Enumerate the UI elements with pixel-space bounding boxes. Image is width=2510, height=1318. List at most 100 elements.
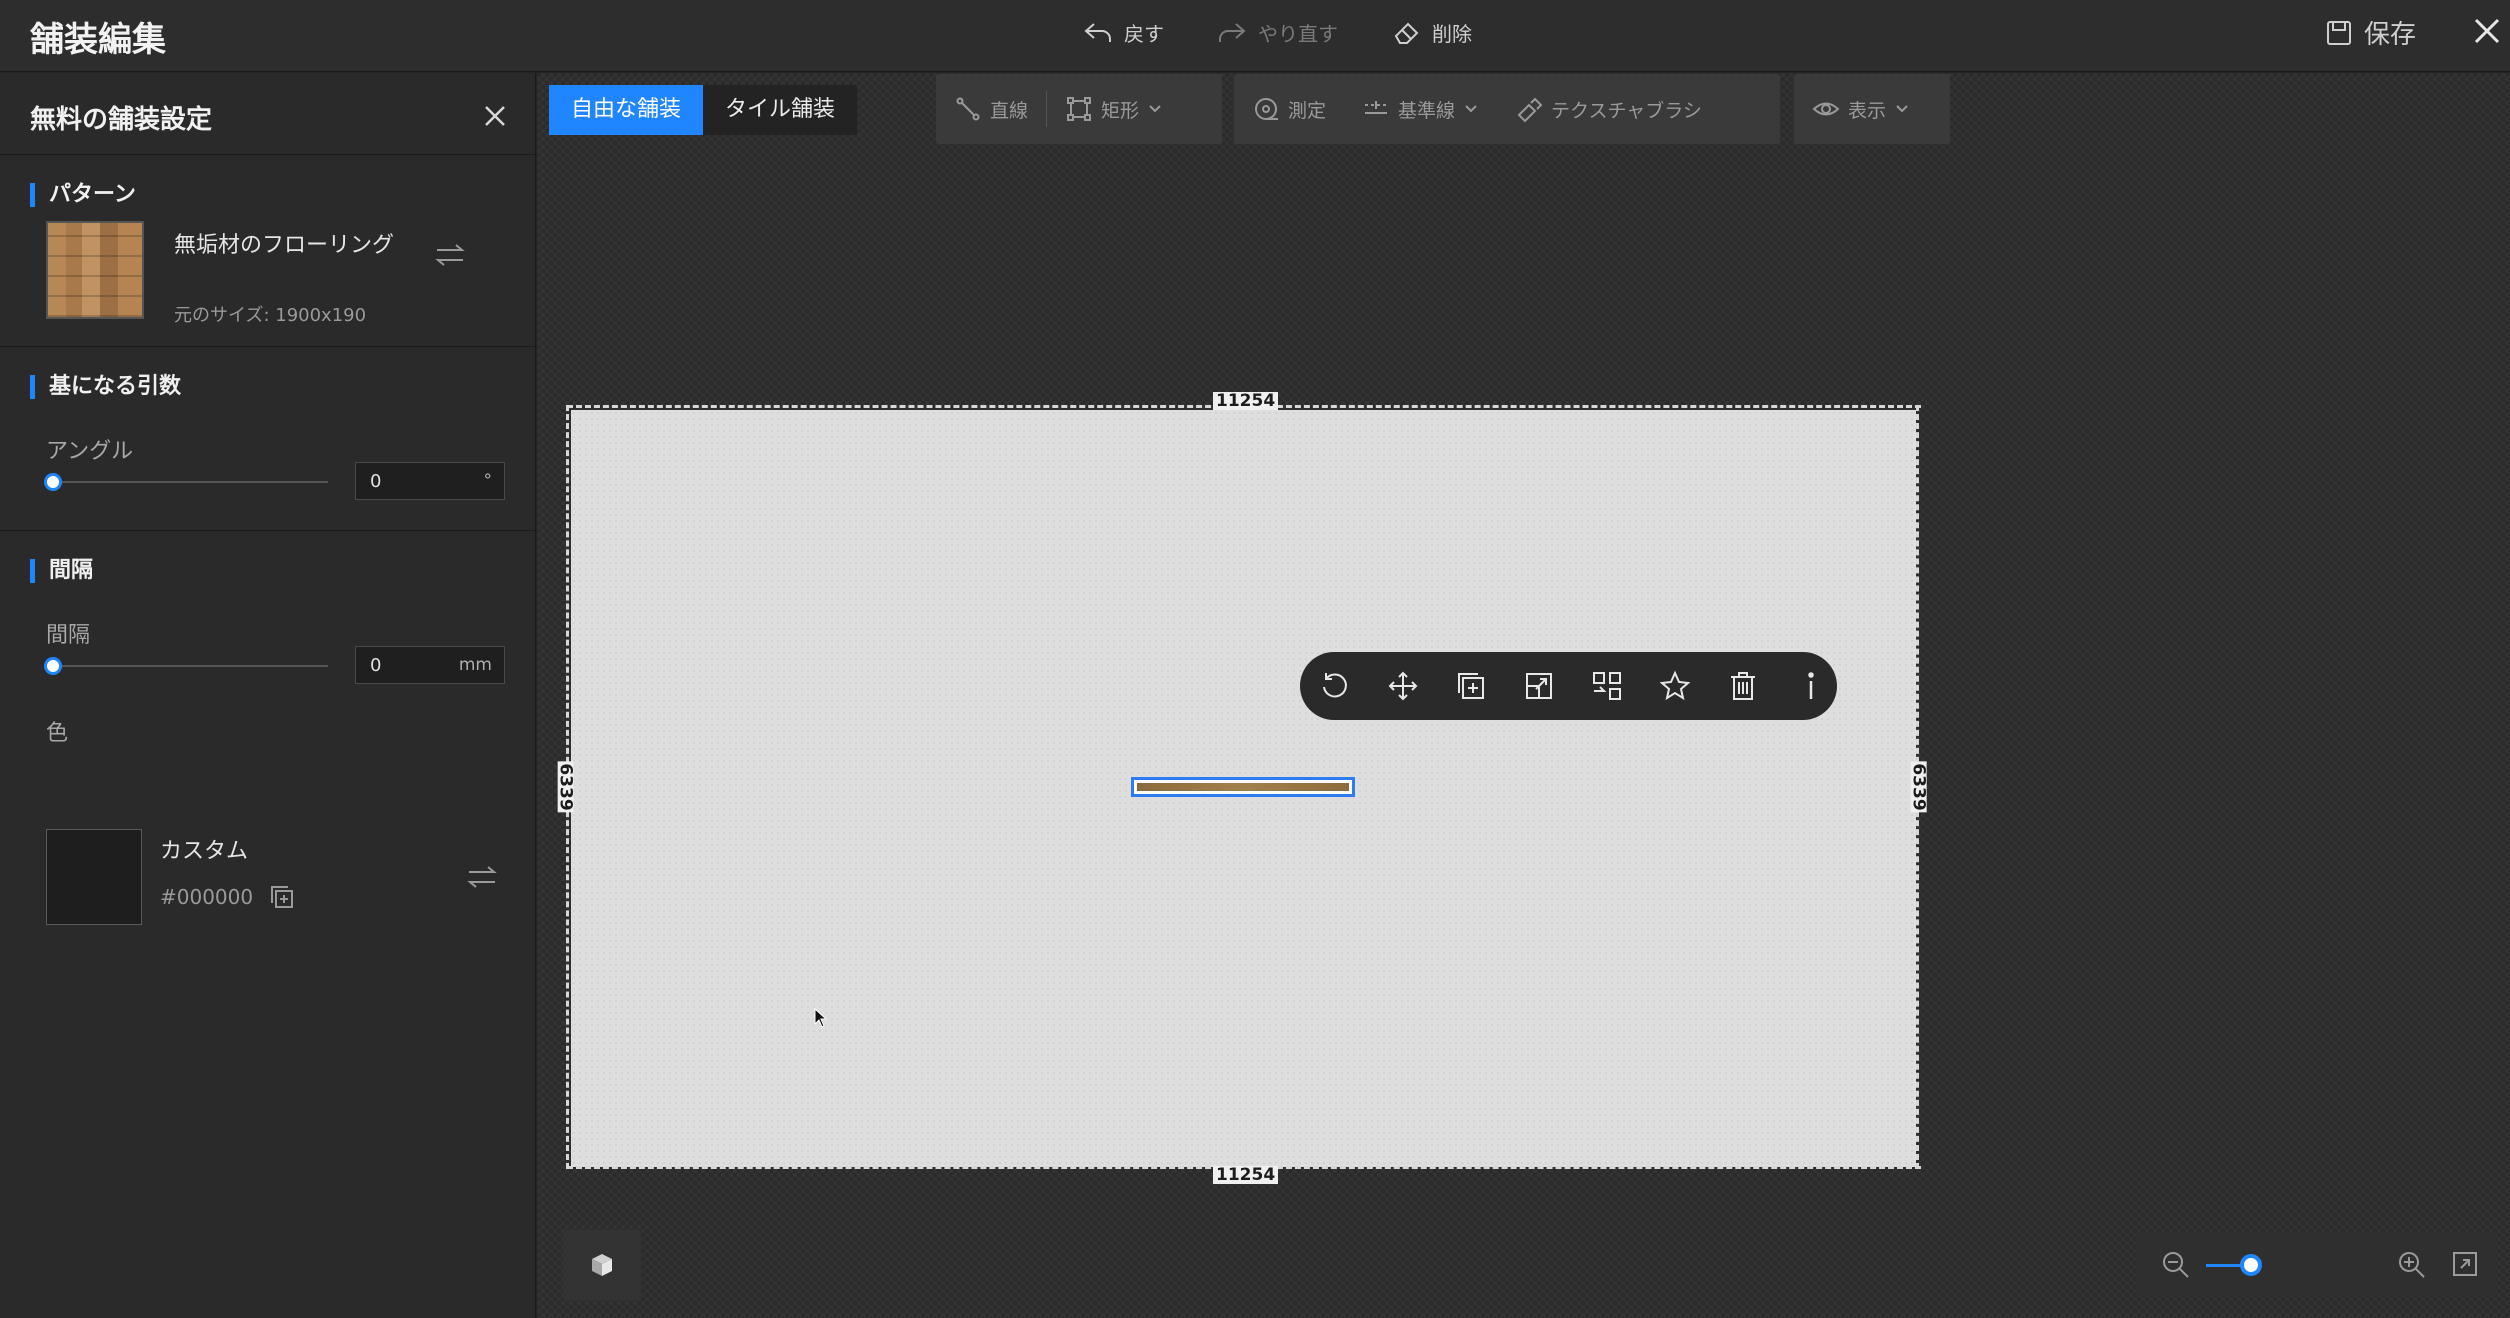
- tab-tile-paving[interactable]: タイル舗装: [703, 85, 858, 135]
- color-hex: #000000: [160, 885, 254, 909]
- chevron-down-icon: [1896, 105, 1908, 113]
- rotate-icon: [1323, 673, 1347, 698]
- gap-unit: mm: [458, 655, 492, 675]
- panel-header: 無料の舗装設定: [0, 73, 535, 155]
- pattern-size: 元のサイズ: 1900x190: [174, 305, 367, 326]
- save-label: 保存: [2364, 20, 2417, 50]
- gap-color-swatch[interactable]: [46, 829, 142, 925]
- color-name: カスタム: [160, 839, 249, 864]
- rotate-button[interactable]: [1318, 669, 1352, 703]
- width-dimension-top: 11254: [1213, 392, 1279, 410]
- erase-label: 削除: [1432, 21, 1472, 46]
- line-tool[interactable]: 直線: [936, 74, 1046, 144]
- gap-input[interactable]: 0 mm: [355, 646, 505, 684]
- tape-measure-icon: [1255, 98, 1278, 120]
- line-icon: [956, 97, 980, 121]
- trash-icon: [1731, 672, 1755, 700]
- app-title: 舗装編集: [30, 20, 166, 60]
- brush-icon: [1517, 97, 1543, 123]
- duplicate-icon: [1458, 673, 1484, 699]
- zoom-in-icon[interactable]: [2396, 1249, 2428, 1281]
- width-dimension-bottom: 11254: [1213, 1166, 1279, 1184]
- angle-slider-handle[interactable]: [44, 473, 62, 491]
- zoom-out-icon[interactable]: [2160, 1249, 2192, 1281]
- texture-brush-label: テクスチャブラシ: [1551, 99, 1702, 122]
- paving-mode-tabs: 自由な舗装 タイル舗装: [549, 85, 858, 135]
- angle-input[interactable]: 0 °: [355, 462, 505, 500]
- view-3d-button[interactable]: [563, 1230, 641, 1300]
- angle-slider[interactable]: [44, 473, 328, 491]
- cube-icon: [592, 1254, 612, 1276]
- close-editor-icon[interactable]: [2470, 14, 2504, 48]
- eraser-icon: [1394, 22, 1419, 44]
- measure-tools-group: 測定 基準線 テクスチャブラシ: [1234, 74, 1780, 144]
- measure-tool[interactable]: 測定: [1234, 74, 1344, 144]
- panel-title: 無料の舗装設定: [30, 105, 213, 135]
- view-label: 表示: [1848, 99, 1887, 122]
- color-label: 色: [46, 721, 69, 746]
- move-button[interactable]: [1386, 669, 1420, 703]
- texture-brush-tool[interactable]: テクスチャブラシ: [1497, 74, 1720, 144]
- close-panel-icon[interactable]: [480, 101, 510, 131]
- zoom-slider-handle[interactable]: [2239, 1254, 2262, 1276]
- copy-color-icon[interactable]: [268, 883, 296, 911]
- scale-icon: [1526, 673, 1552, 699]
- gap-slider[interactable]: [44, 657, 328, 675]
- swap-color-icon[interactable]: [464, 859, 500, 895]
- tab-free-paving[interactable]: 自由な舗装: [549, 85, 704, 135]
- redo-label: やり直す: [1258, 21, 1338, 46]
- star-icon: [1659, 670, 1691, 701]
- base-params-title: 基になる引数: [30, 375, 181, 399]
- delete-button[interactable]: [1726, 669, 1760, 703]
- favorite-button[interactable]: [1658, 669, 1692, 703]
- pattern-thumbnail[interactable]: [46, 221, 144, 319]
- duplicate-button[interactable]: [1454, 669, 1488, 703]
- angle-label: アングル: [46, 439, 134, 464]
- top-bar: 舗装編集 戻す やり直す 削除 保存: [0, 0, 2510, 72]
- array-button[interactable]: [1590, 669, 1624, 703]
- height-dimension-right: 6339: [1908, 761, 1929, 813]
- selection-context-toolbar: [1300, 652, 1837, 720]
- array-icon: [1593, 672, 1621, 700]
- angle-unit: °: [483, 471, 493, 491]
- guide-line-icon: [1365, 101, 1388, 114]
- angle-value: 0: [370, 471, 382, 492]
- redo-icon: [1219, 23, 1246, 42]
- paving-settings-panel: 無料の舗装設定 パターン 無垢材のフローリング 元のサイズ: 1900x190 …: [0, 73, 536, 1318]
- measure-label: 測定: [1288, 99, 1327, 122]
- pattern-name: 無垢材のフローリング: [174, 233, 395, 258]
- gap-label: 間隔: [46, 623, 91, 648]
- selected-plank[interactable]: [1131, 777, 1355, 797]
- info-icon: [1808, 672, 1814, 699]
- save-icon: [2327, 20, 2351, 45]
- redo-button[interactable]: やり直す: [1216, 16, 1338, 48]
- gap-slider-handle[interactable]: [44, 657, 62, 675]
- save-button[interactable]: 保存: [2324, 14, 2416, 51]
- scale-button[interactable]: [1522, 669, 1556, 703]
- move-icon: [1388, 671, 1418, 701]
- erase-button[interactable]: 削除: [1390, 16, 1472, 48]
- guide-line-tool[interactable]: 基準線: [1344, 74, 1497, 144]
- info-button[interactable]: [1794, 669, 1828, 703]
- rectangle-icon: [1067, 97, 1092, 121]
- undo-button[interactable]: 戻す: [1082, 16, 1164, 48]
- undo-label: 戻す: [1124, 21, 1164, 46]
- eye-icon: [1812, 102, 1840, 116]
- swap-pattern-icon[interactable]: [432, 237, 468, 273]
- height-dimension-left: 6339: [555, 761, 576, 813]
- gap-section: 間隔 間隔 0 mm 色 カスタム #000000: [0, 531, 535, 951]
- chevron-down-icon: [1465, 105, 1477, 113]
- fit-view-icon[interactable]: [2450, 1249, 2480, 1279]
- pattern-section-title: パターン: [30, 183, 136, 207]
- plank-texture: [1137, 783, 1349, 791]
- history-actions: 戻す やり直す 削除: [1082, 16, 1472, 48]
- view-tools-group: 表示: [1794, 74, 1950, 144]
- base-params-section: 基になる引数 アングル 0 °: [0, 347, 535, 531]
- rect-tool[interactable]: 矩形: [1047, 74, 1181, 144]
- mouse-cursor-icon: [814, 1008, 828, 1028]
- gap-value: 0: [370, 655, 382, 676]
- undo-icon: [1084, 23, 1111, 42]
- pattern-section: パターン 無垢材のフローリング 元のサイズ: 1900x190: [0, 155, 535, 347]
- zoom-control: [2136, 1232, 2496, 1296]
- view-tool[interactable]: 表示: [1794, 74, 1928, 144]
